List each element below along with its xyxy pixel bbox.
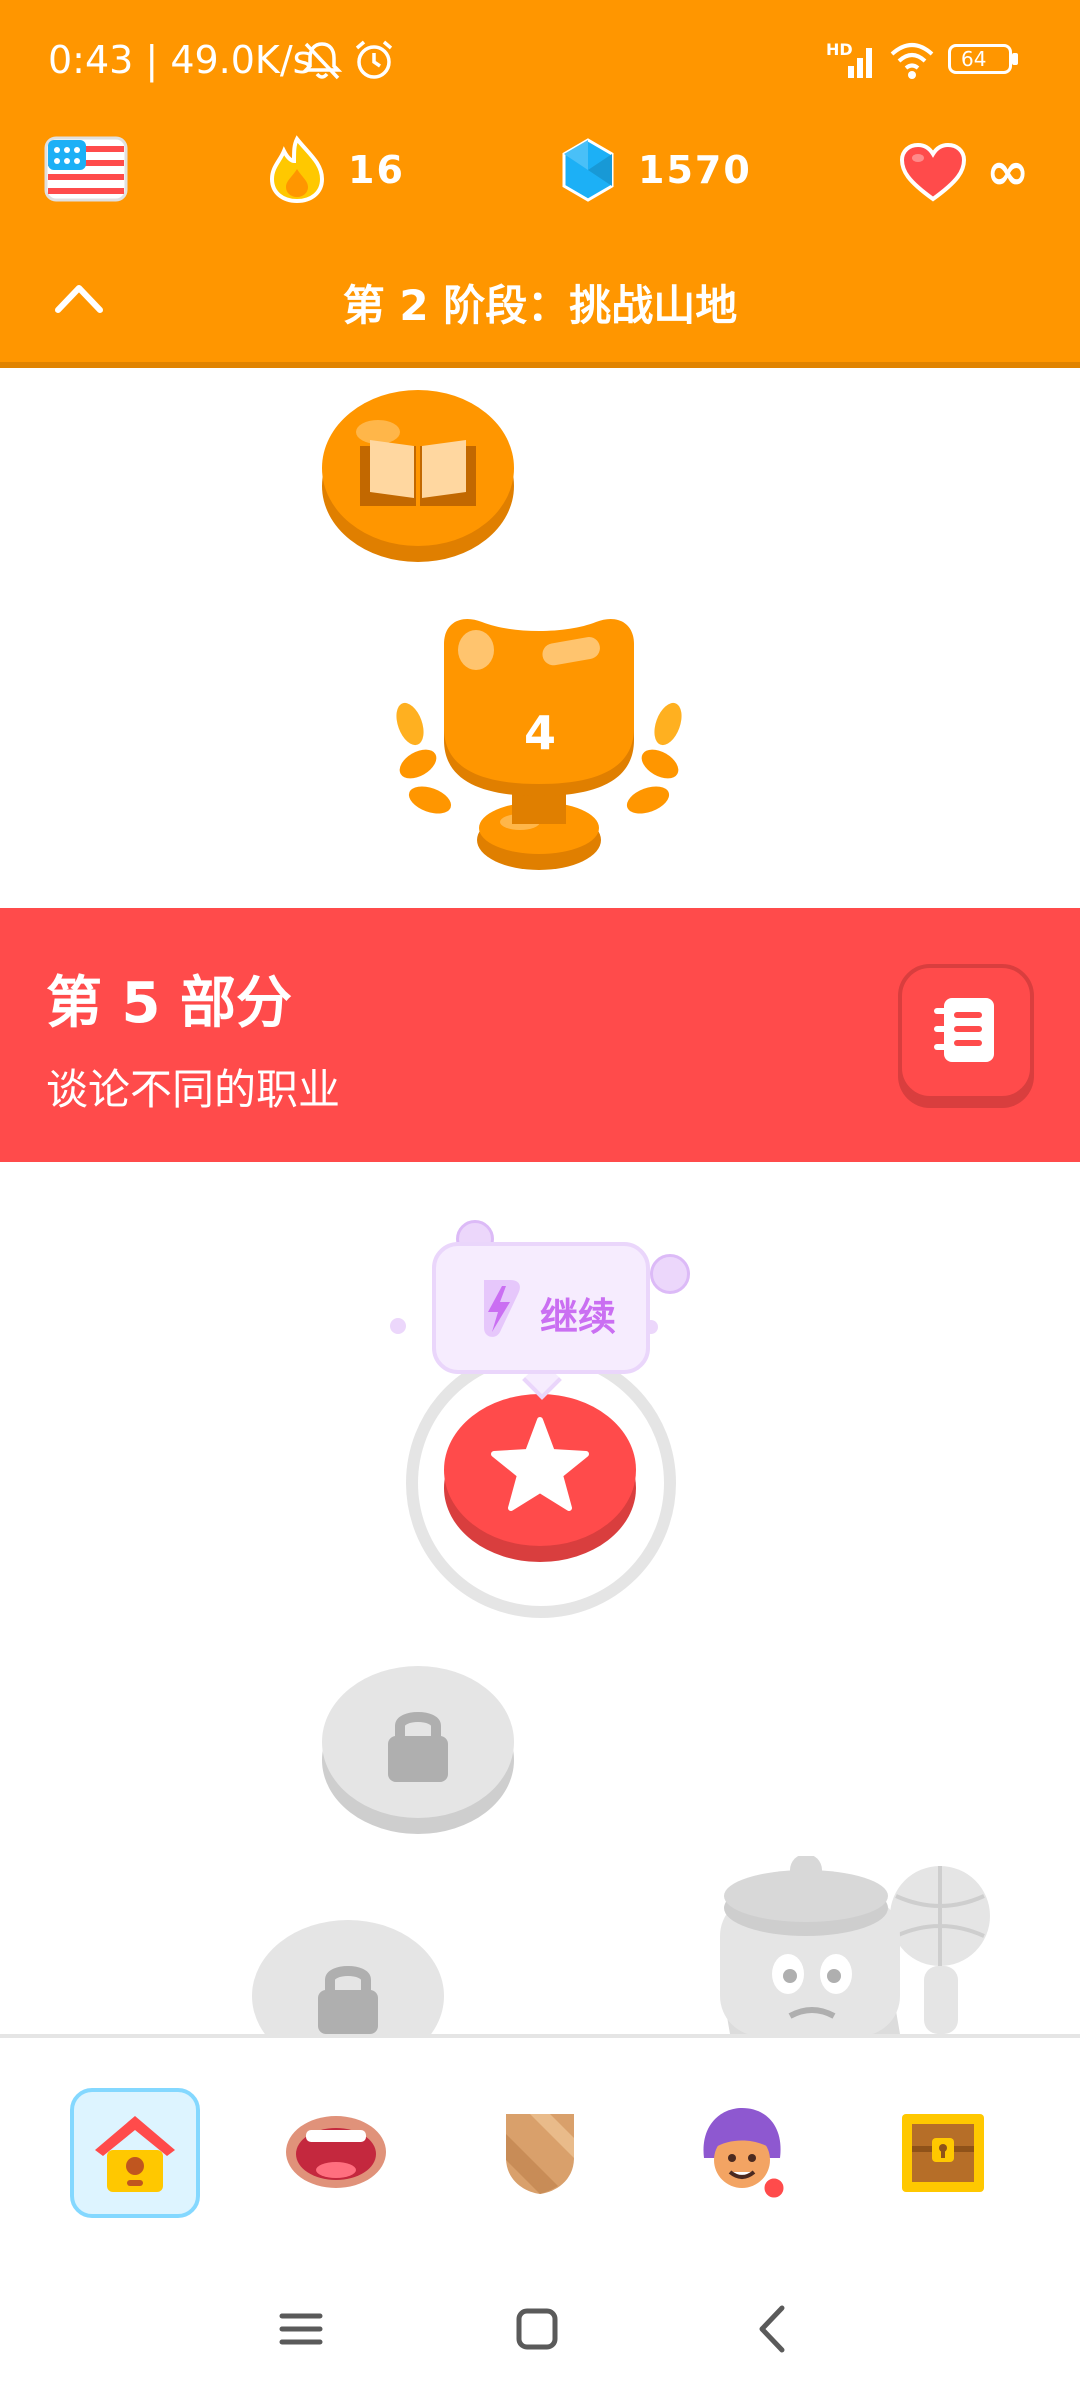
- mouth-icon: [286, 2116, 386, 2188]
- character-illustration: [720, 1856, 990, 2034]
- locked-lesson-node[interactable]: [248, 1910, 448, 2034]
- alarm-icon: [355, 40, 393, 79]
- unit-banner: 第 5 部分 谈论不同的职业: [0, 908, 1080, 1162]
- unit-title: 第 5 部分: [46, 971, 292, 1036]
- nav-home[interactable]: [70, 2088, 200, 2218]
- battery-tip: [1012, 53, 1018, 65]
- locked-lesson-node[interactable]: [318, 1656, 518, 1840]
- guidebook-button[interactable]: [898, 964, 1034, 1100]
- streak-flame-icon: [269, 135, 325, 204]
- continue-tooltip[interactable]: 继续: [432, 1242, 650, 1374]
- header-border: [0, 362, 1080, 368]
- gems-counter[interactable]: 1570: [560, 130, 752, 210]
- unit-subtitle: 谈论不同的职业: [46, 1065, 341, 1114]
- nav-speaking[interactable]: [272, 2088, 402, 2218]
- chest-icon: [902, 2114, 984, 2192]
- continue-label: 继续: [540, 1295, 617, 1339]
- shield-icon: [506, 2114, 574, 2194]
- streak-counter[interactable]: 16: [268, 130, 405, 210]
- current-lesson-button[interactable]: [442, 1384, 638, 1564]
- heart-icon: [899, 142, 967, 202]
- home-square-icon[interactable]: [502, 2294, 572, 2364]
- hearts-counter[interactable]: ∞: [898, 134, 1031, 210]
- bubble-decoration: [650, 1254, 690, 1294]
- bubble-decoration: [390, 1318, 406, 1334]
- nav-shop[interactable]: [878, 2088, 1008, 2218]
- hearts-count: ∞: [986, 142, 1032, 202]
- streak-count: 16: [348, 148, 405, 192]
- gem-icon: [562, 138, 614, 202]
- gems-count: 1570: [638, 148, 752, 192]
- nav-profile[interactable]: [676, 2088, 806, 2218]
- avatar-icon: [703, 2108, 787, 2201]
- menu-icon[interactable]: [266, 2294, 336, 2364]
- battery-icon: 64: [948, 44, 1012, 74]
- stage-title: 第 2 阶段：挑战山地: [342, 281, 738, 330]
- home-icon: [95, 2116, 175, 2192]
- guidebook-icon: [934, 998, 994, 1062]
- lightning-icon: [484, 1280, 520, 1337]
- mute-bell-icon: [301, 42, 343, 80]
- back-icon[interactable]: [738, 2294, 808, 2364]
- nav-leagues[interactable]: [474, 2088, 604, 2218]
- story-node[interactable]: [318, 380, 518, 566]
- trophy-level: 4: [523, 706, 556, 760]
- wifi-icon: [890, 43, 934, 79]
- flag-us-icon[interactable]: [44, 136, 128, 202]
- status-time: 0:43 | 49.0K/s: [48, 38, 313, 82]
- signal-icon: [848, 48, 872, 78]
